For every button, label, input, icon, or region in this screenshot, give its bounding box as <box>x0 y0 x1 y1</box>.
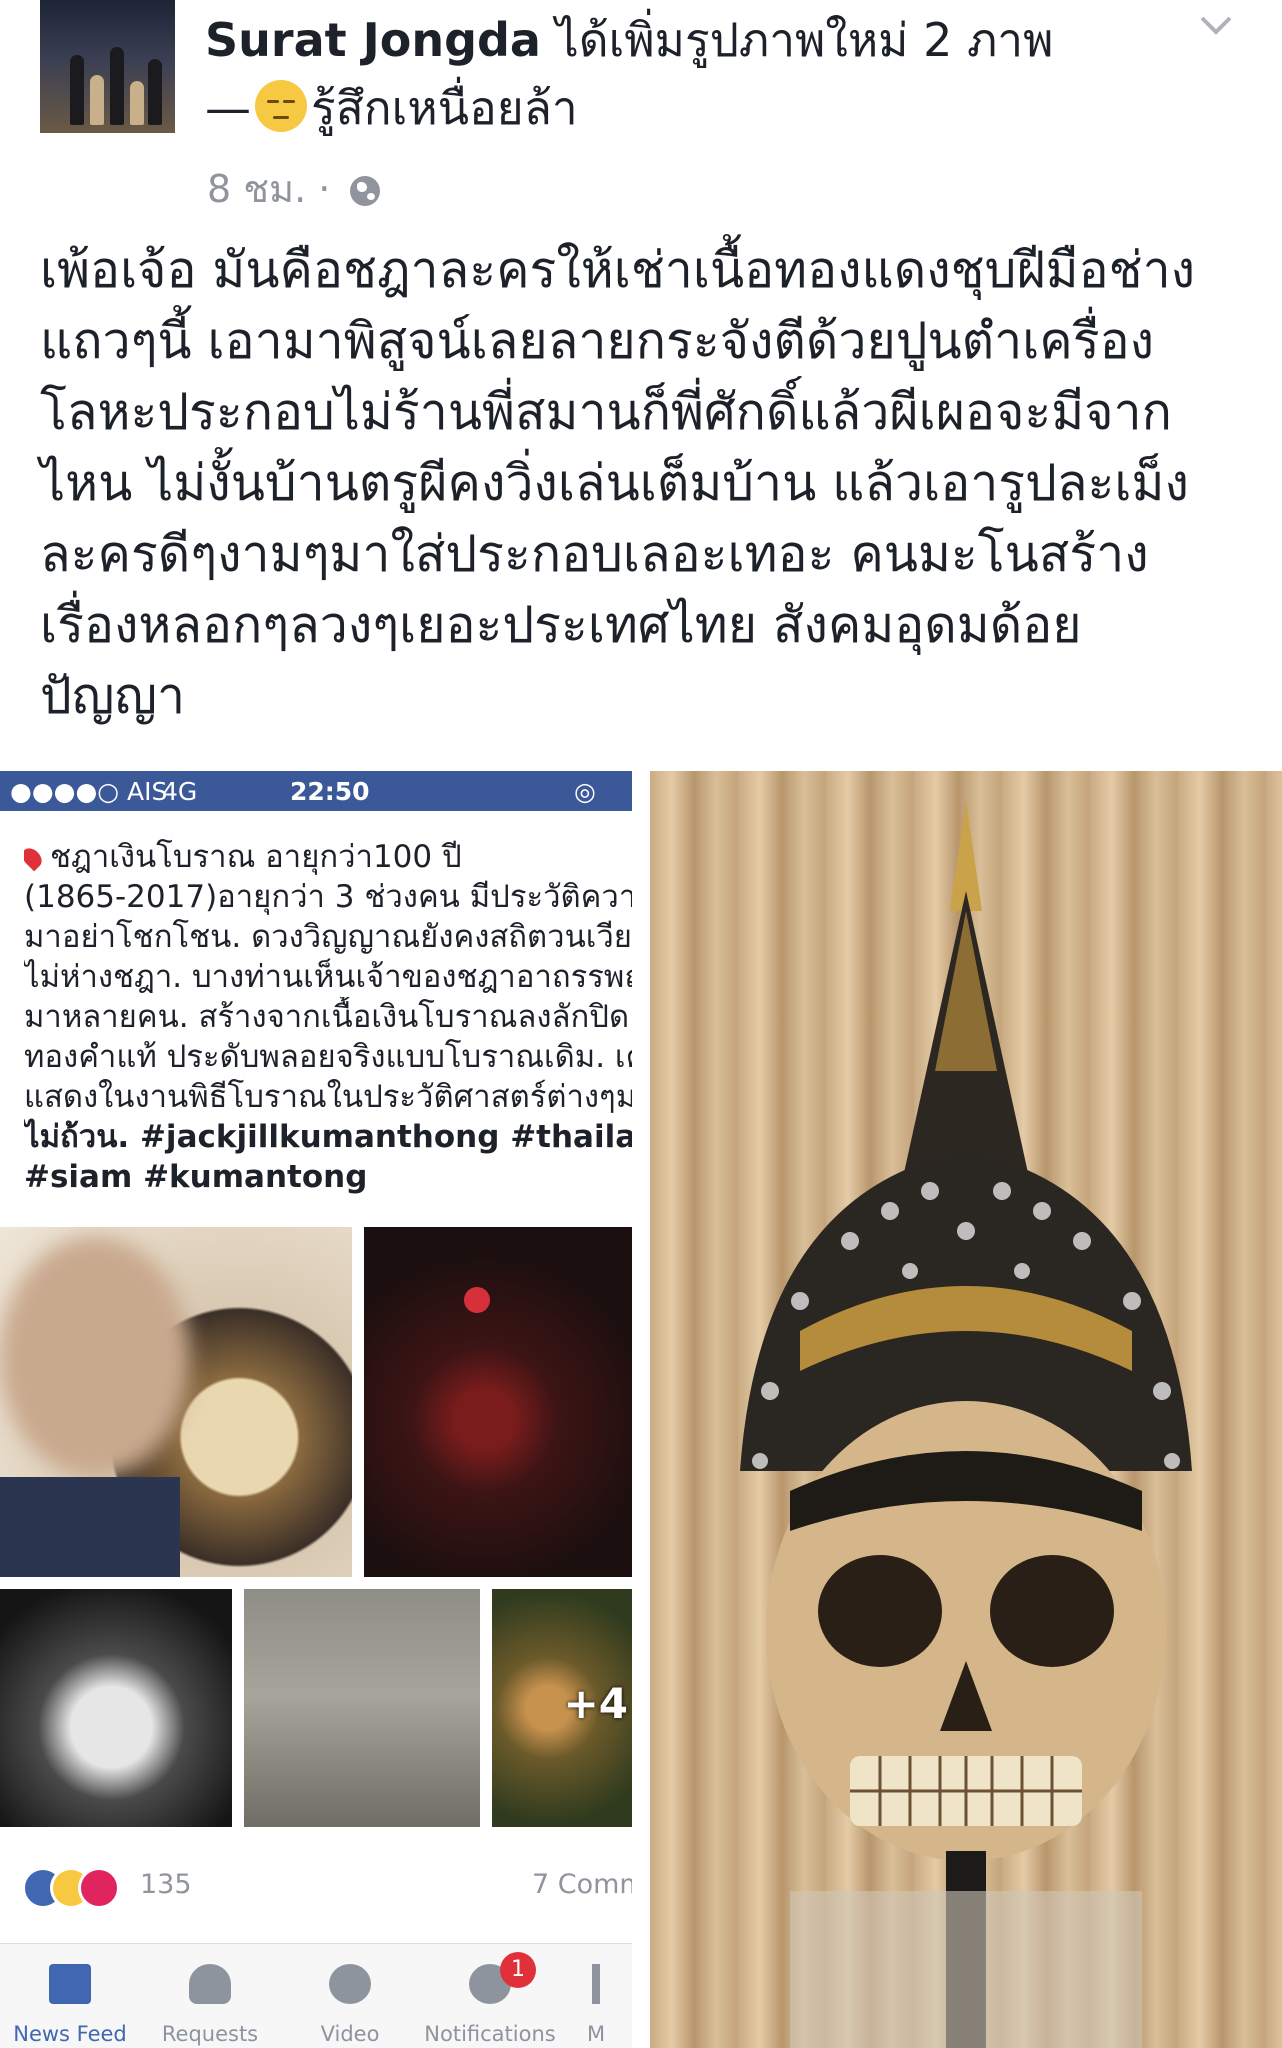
menu-icon <box>592 1964 600 2004</box>
reactions-count[interactable]: 135 <box>140 1869 192 1900</box>
caption-line: ไม่ห่างชฎา. บางท่านเห็นเจ้าของชฎาอาถรรพณ… <box>24 959 632 995</box>
skull-crown-illustration <box>740 801 1192 2048</box>
author-name[interactable]: Surat Jongda <box>205 13 541 67</box>
grid-photo-bw-face[interactable] <box>0 1589 232 1827</box>
tab-notifications[interactable]: 1 Notifications <box>420 1944 560 2048</box>
post-text-line: ปัญญา <box>40 667 186 725</box>
post-text-line: เรื่องหลอกๆลวงๆเยอะประเทศไทย สังคมอุดมด้… <box>40 596 1082 654</box>
lock-rotation-icon: ◎ <box>574 777 596 806</box>
post-meta: 8 ชม. · <box>207 158 381 219</box>
caption-line: ชฎาเงินโบราณ อายุกว่า100 ปี <box>50 839 462 875</box>
grid-photo-vintage-dancers[interactable] <box>244 1589 480 1827</box>
globe-icon <box>350 176 381 206</box>
caption-line: #siam #kumantong <box>24 1159 368 1195</box>
post-photo-skull-crown[interactable] <box>650 771 1282 2048</box>
network-text: 4G <box>162 777 198 806</box>
grid-photo-person-with-crown[interactable] <box>0 1227 352 1577</box>
post-text: เพ้อเจ้อ มันคือชฎาละครให้เช่าเนื้อทองแดง… <box>40 235 1250 732</box>
post-time[interactable]: 8 ชม. <box>207 167 306 211</box>
tab-label: Video <box>320 2022 380 2046</box>
tab-label: M <box>586 2022 606 2046</box>
post-text-line: โลหะประกอบไม่ร้านพี่สมานก็พี่ศักดิ์แล้วผ… <box>40 383 1172 441</box>
tired-face-icon <box>255 80 307 132</box>
tab-news-feed[interactable]: News Feed <box>0 1944 140 2048</box>
post-photo-screenshot[interactable]: ●●●●○ AIS 4G 22:50 ◎ ชฎาเงินโบราณ อายุกว… <box>0 771 632 2048</box>
news-feed-icon <box>49 1964 91 2004</box>
tab-video[interactable]: Video <box>280 1944 420 2048</box>
tab-label: News Feed <box>13 2022 127 2046</box>
post-header: Surat Jongda ได้เพิ่มรูปภาพใหม่ 2 ภาพ <box>205 12 1053 68</box>
post-text-line: เพ้อเจ้อ มันคือชฎาละครให้เช่าเนื้อทองแดง… <box>40 241 1196 299</box>
carrier-text: ●●●●○ AIS <box>10 777 168 806</box>
friend-requests-icon <box>189 1964 231 2004</box>
tab-label: Notifications <box>424 2022 556 2046</box>
caption-line: มาหลายคน. สร้างจากเนื้อเงินโบราณลงลักปิด <box>24 999 630 1035</box>
feeling-line: — รู้สึกเหนื่อยล้า <box>205 80 578 136</box>
caption-line: ไม่ถ้วน. #jackjillkumanthong #thailand <box>24 1119 632 1155</box>
caption-line: มาอย่าโชกโชน. ดวงวิญญาณยังคงสถิตวนเวียนเ <box>24 919 632 955</box>
caption-line: (1865-2017)อายุกว่า 3 ช่วงคน มีประวัติคว… <box>24 879 632 915</box>
bottom-tab-bar: News Feed Requests Video 1 Notifications… <box>0 1943 632 2048</box>
meta-separator: · <box>318 167 331 211</box>
feeling-dash: — <box>205 81 251 135</box>
feeling-text[interactable]: รู้สึกเหนื่อยล้า <box>311 81 578 135</box>
post-text-line: ไหน ไม่งั้นบ้านตรูผีคงวิ่งเล่นเต็มบ้าน แ… <box>40 454 1189 512</box>
love-reaction-icon <box>78 1867 120 1909</box>
tab-more[interactable]: M <box>560 1944 632 2048</box>
post-action: ได้เพิ่มรูปภาพใหม่ 2 ภาพ <box>555 13 1054 67</box>
status-bar: ●●●●○ AIS 4G 22:50 ◎ <box>0 771 632 811</box>
tab-requests[interactable]: Requests <box>140 1944 280 2048</box>
caption-line: ทองคำแท้ ประดับพลอยจริงแบบโบราณเดิม. เคร <box>24 1039 632 1075</box>
comments-count[interactable]: 7 Comm <box>532 1869 632 1900</box>
tab-label: Requests <box>161 2022 259 2046</box>
notification-badge: 1 <box>500 1952 536 1988</box>
clock-text: 22:50 <box>290 777 370 806</box>
shared-post-caption: ชฎาเงินโบราณ อายุกว่า100 ปี (1865-2017)อ… <box>24 837 632 1197</box>
caption-line: แสดงในงานพิธีโบราณในประวัติศาสตร์ต่างๆมา <box>24 1079 632 1115</box>
grid-photo-more[interactable]: +4 <box>492 1589 632 1827</box>
video-play-icon <box>329 1964 371 2004</box>
post-text-line: ละครดีๆงามๆมาใส่ประกอบเลอะเทอะ คนมะโนสร้… <box>40 525 1149 583</box>
pin-icon <box>24 844 46 872</box>
post-text-line: แถวๆนี้ เอามาพิสูจน์เลยลายกระจังตีด้วยปู… <box>40 312 1155 370</box>
reaction-bar[interactable]: 135 7 Comm <box>22 1857 632 1917</box>
avatar[interactable] <box>40 0 175 133</box>
more-photos-count: +4 <box>563 1679 628 1728</box>
grid-photo-masked-figure[interactable] <box>364 1227 632 1577</box>
chevron-down-icon[interactable] <box>1198 8 1234 44</box>
